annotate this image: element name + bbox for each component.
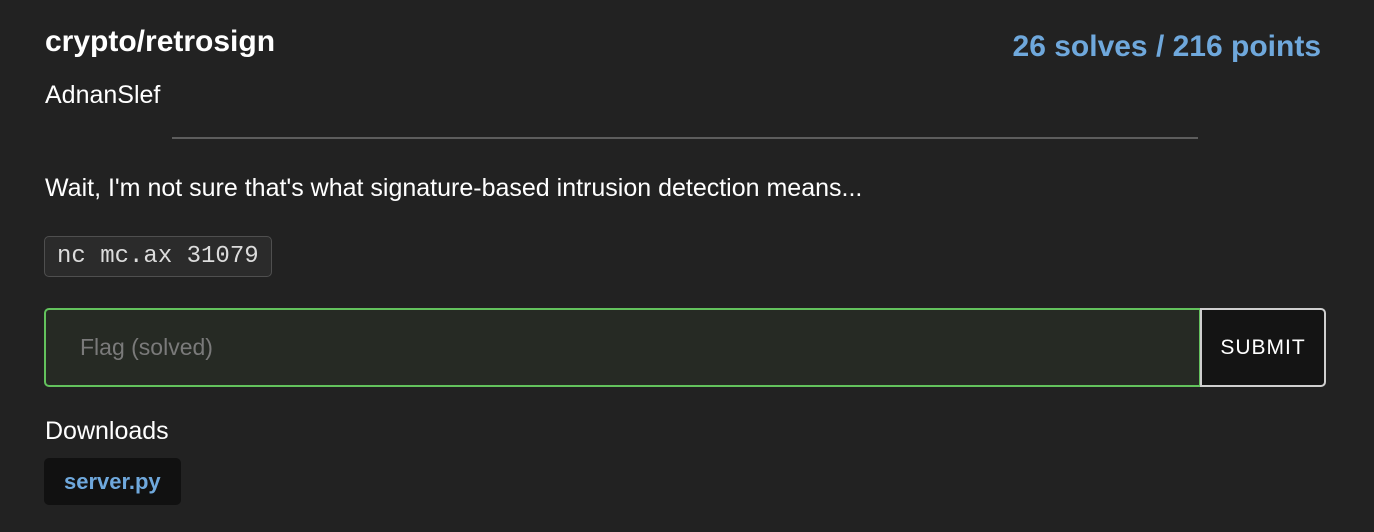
challenge-author: AdnanSlef — [45, 81, 161, 109]
challenge-title: crypto/retrosign — [45, 25, 276, 58]
downloads-heading: Downloads — [45, 417, 169, 445]
challenge-score: 26 solves / 216 points — [1012, 30, 1321, 63]
download-link-server-py[interactable]: server.py — [44, 458, 181, 505]
divider — [172, 137, 1198, 139]
challenge-card: crypto/retrosign 26 solves / 216 points … — [0, 0, 1374, 532]
flag-input[interactable] — [44, 308, 1201, 387]
submit-button[interactable]: SUBMIT — [1200, 308, 1326, 387]
connection-command: nc mc.ax 31079 — [44, 236, 272, 277]
challenge-description: Wait, I'm not sure that's what signature… — [45, 174, 863, 202]
flag-form: SUBMIT — [44, 308, 1326, 387]
